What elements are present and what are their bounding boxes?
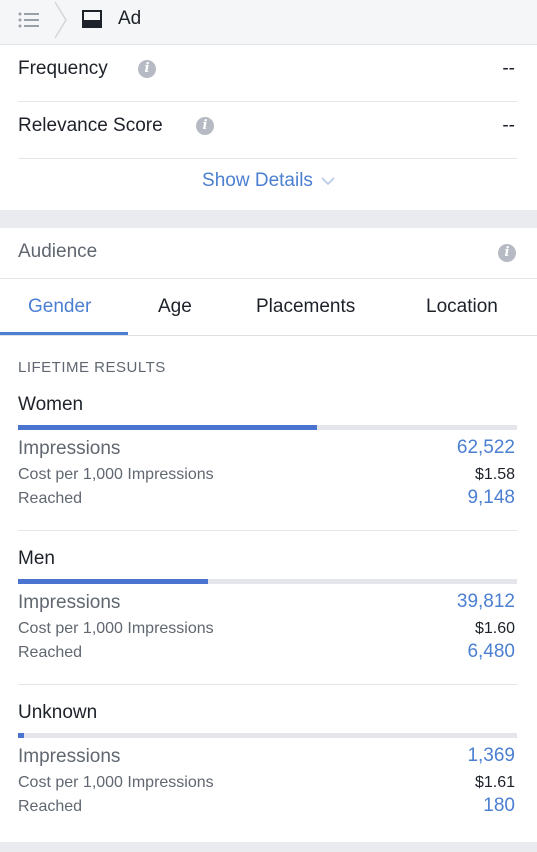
- impressions-value[interactable]: 62,522: [457, 437, 515, 459]
- reached-label: Reached: [18, 798, 83, 815]
- result-bar: [18, 425, 517, 430]
- breadcrumb-current[interactable]: Ad: [118, 8, 141, 30]
- impressions-label: Impressions: [18, 746, 121, 767]
- reached-label: Reached: [18, 490, 83, 507]
- impressions-label: Impressions: [18, 592, 121, 613]
- result-bar: [18, 579, 517, 584]
- cpm-label: Cost per 1,000 Impressions: [18, 466, 214, 483]
- list-icon[interactable]: [18, 11, 40, 29]
- gender-group-men: Men Impressions 39,812 Cost per 1,000 Im…: [18, 548, 517, 670]
- info-icon[interactable]: i: [196, 117, 214, 135]
- divider: [18, 684, 517, 685]
- ad-icon: [82, 10, 102, 28]
- group-title: Unknown: [18, 702, 98, 723]
- divider: [18, 530, 517, 531]
- impressions-value[interactable]: 1,369: [467, 745, 515, 767]
- tab-placements[interactable]: Placements: [256, 296, 355, 318]
- gender-group-unknown: Unknown Impressions 1,369 Cost per 1,000…: [18, 702, 517, 824]
- cpm-value: $1.60: [474, 620, 515, 637]
- chevron-down-icon: [321, 177, 335, 186]
- relevance-score-label: Relevance Score: [18, 115, 163, 136]
- gender-group-women: Women Impressions 62,522 Cost per 1,000 …: [18, 394, 517, 516]
- reached-value[interactable]: 180: [483, 795, 515, 817]
- section-title: LIFETIME RESULTS: [18, 359, 166, 376]
- cpm-value: $1.61: [474, 774, 515, 791]
- impressions-value[interactable]: 39,812: [457, 591, 515, 613]
- info-icon[interactable]: i: [498, 244, 516, 262]
- audience-tabs: Gender Age Placements Location: [0, 278, 537, 336]
- reached-label: Reached: [18, 644, 83, 661]
- summary-card: Frequency i -- Relevance Score i -- Show…: [0, 45, 537, 210]
- relevance-score-row: Relevance Score i --: [18, 102, 517, 159]
- chevron-right-icon: [54, 1, 67, 39]
- impressions-label: Impressions: [18, 438, 121, 459]
- group-title: Women: [18, 394, 84, 415]
- show-details-label: Show Details: [202, 170, 313, 191]
- top-bar: Ad: [0, 0, 537, 45]
- cpm-label: Cost per 1,000 Impressions: [18, 774, 214, 791]
- cpm-label: Cost per 1,000 Impressions: [18, 620, 214, 637]
- result-bar: [18, 733, 517, 738]
- result-bar-fill: [18, 425, 318, 430]
- reached-value[interactable]: 9,148: [467, 487, 515, 509]
- group-title: Men: [18, 548, 55, 569]
- active-tab-indicator: [0, 332, 128, 335]
- cpm-value: $1.58: [474, 466, 515, 483]
- result-bar-fill: [18, 733, 24, 738]
- show-details-button[interactable]: Show Details: [0, 170, 537, 192]
- tab-age[interactable]: Age: [158, 296, 192, 318]
- audience-title: Audience: [18, 241, 98, 262]
- frequency-row: Frequency i --: [18, 45, 517, 102]
- info-icon[interactable]: i: [138, 60, 156, 78]
- reached-value[interactable]: 6,480: [467, 641, 515, 663]
- relevance-score-value: --: [502, 115, 515, 136]
- audience-card: Audience i Gender Age Placements Locatio…: [0, 228, 537, 842]
- frequency-value: --: [502, 58, 515, 79]
- result-bar-fill: [18, 579, 208, 584]
- tab-location[interactable]: Location: [426, 296, 498, 318]
- tab-gender[interactable]: Gender: [28, 296, 91, 318]
- frequency-label: Frequency: [18, 58, 108, 79]
